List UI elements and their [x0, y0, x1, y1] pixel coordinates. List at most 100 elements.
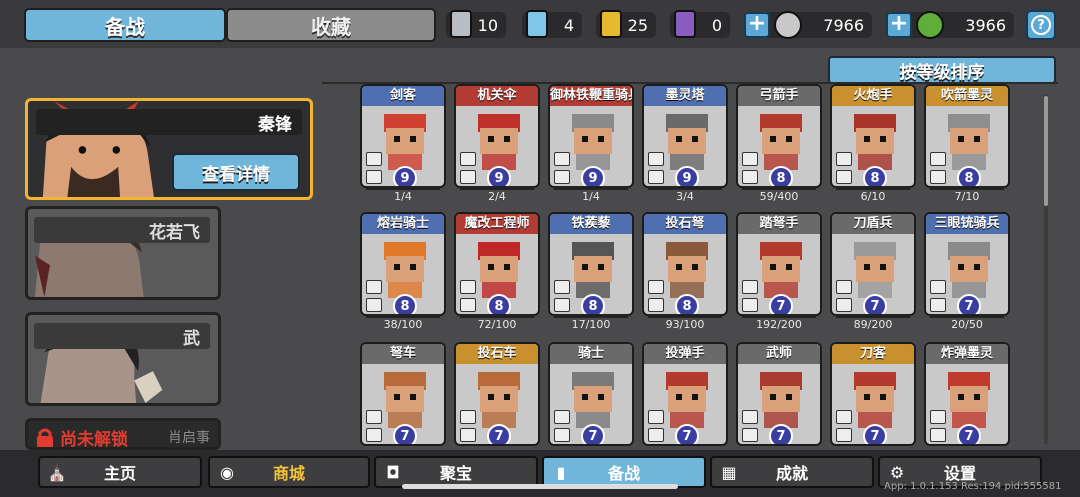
unit-progress-text: 7/10 [954, 190, 980, 203]
hero-card-3[interactable]: 武 [25, 312, 221, 406]
unit-portrait [760, 372, 802, 428]
help-button[interactable]: ? [1026, 10, 1056, 40]
crystal-shield-icon [526, 10, 548, 38]
unit-name: 投石车 [456, 344, 538, 364]
skill-icon [930, 410, 946, 424]
unit-name: 熔岩骑士 [362, 214, 444, 234]
skill-icon [554, 152, 570, 166]
unit-portrait [666, 114, 708, 170]
skill-icon [742, 170, 758, 184]
gold-shield-value: 25 [627, 15, 648, 35]
skill-icon [836, 298, 852, 312]
hero-name-3: 武 [34, 323, 210, 349]
add-jade-button[interactable]: + [886, 12, 912, 38]
unit-level: 8 [393, 294, 417, 314]
view-details-button[interactable]: 查看详情 [172, 153, 300, 191]
unit-card[interactable]: 弓箭手 8 [736, 84, 822, 188]
sort-by-level-button[interactable]: 按等级排序 [828, 56, 1056, 84]
skill-icon [460, 152, 476, 166]
unit-card[interactable]: 弩车 7 [360, 342, 446, 446]
tab-collection[interactable]: 收藏 [226, 8, 436, 42]
unit-portrait [760, 114, 802, 170]
unit-card[interactable]: 魔改工程师 8 [454, 212, 540, 316]
unit-card[interactable]: 投石车 7 [454, 342, 540, 446]
unit-card[interactable]: 投弹手 7 [642, 342, 728, 446]
silver-shield-value: 10 [477, 15, 498, 35]
unit-level: 8 [863, 166, 887, 186]
nav-treasure-label: 聚宝 [439, 464, 472, 483]
skill-icon [366, 152, 382, 166]
unit-name: 火炮手 [832, 86, 914, 106]
crystal-shield-counter: 4 [522, 10, 582, 38]
unit-portrait [478, 372, 520, 428]
skill-icon [742, 428, 758, 442]
skill-icon [366, 170, 382, 184]
hero-card-locked[interactable]: 尚未解锁 肖启事 [25, 418, 221, 450]
hero-card-selected[interactable]: 秦锋 查看详情 [25, 98, 313, 200]
unit-portrait [478, 242, 520, 298]
unit-card[interactable]: 铁蒺藜 8 [548, 212, 634, 316]
unit-level: 7 [957, 424, 981, 444]
unit-name: 投弹手 [644, 344, 726, 364]
unit-progress-text: 89/200 [853, 318, 893, 331]
unit-card[interactable]: 刀盾兵 7 [830, 212, 916, 316]
unit-card[interactable]: 刀客 7 [830, 342, 916, 446]
skill-icon [554, 428, 570, 442]
nav-shop[interactable]: ◉ 商城 [208, 456, 370, 488]
unit-name: 刀盾兵 [832, 214, 914, 234]
gold-shield-icon [600, 10, 622, 38]
unit-card[interactable]: 吹箭墨灵 8 [924, 84, 1010, 188]
jade-coin-icon [916, 11, 944, 39]
app-version: App: 1.0.1.153 Res:194 pid:555581 [884, 481, 1062, 492]
coins-icon: ◉ [220, 462, 234, 482]
unit-card[interactable]: 炸弹墨灵 7 [924, 342, 1010, 446]
unit-card[interactable]: 墨灵塔 9 [642, 84, 728, 188]
unit-name: 吹箭墨灵 [926, 86, 1008, 106]
scrollbar-thumb[interactable] [1044, 96, 1048, 206]
unit-portrait [384, 242, 426, 298]
unit-level: 8 [487, 294, 511, 314]
nav-home[interactable]: ⛪ 主页 [38, 456, 202, 488]
unit-name: 三眼铳骑兵 [926, 214, 1008, 234]
unit-name: 御林铁鞭重骑兵 [550, 86, 632, 106]
hero-card-2[interactable]: 花若飞 [25, 206, 221, 300]
skill-icon [930, 152, 946, 166]
unit-level: 9 [393, 166, 417, 186]
unit-level: 8 [957, 166, 981, 186]
skill-icon [836, 152, 852, 166]
unit-portrait [854, 242, 896, 298]
unit-card[interactable]: 三眼铳骑兵 7 [924, 212, 1010, 316]
skill-icon [554, 170, 570, 184]
unit-card[interactable]: 机关伞 9 [454, 84, 540, 188]
silver-coin-value: 7966 [823, 15, 864, 35]
unit-portrait [572, 242, 614, 298]
locked-sub: 肖启事 [168, 430, 210, 446]
nav-achievements[interactable]: ▦ 成就 [710, 456, 874, 488]
home-indicator[interactable] [402, 484, 678, 489]
skill-icon [836, 410, 852, 424]
nav-prepare-label: 备战 [607, 464, 640, 483]
unit-card[interactable]: 武师 7 [736, 342, 822, 446]
unit-portrait [572, 114, 614, 170]
unit-level: 7 [393, 424, 417, 444]
unit-card[interactable]: 御林铁鞭重骑兵 9 [548, 84, 634, 188]
unit-card[interactable]: 剑客 9 [360, 84, 446, 188]
skill-icon [648, 410, 664, 424]
skill-icon [460, 170, 476, 184]
unit-name: 骑士 [550, 344, 632, 364]
skill-icon [648, 280, 664, 294]
unit-card[interactable]: 投石弩 8 [642, 212, 728, 316]
unit-card[interactable]: 火炮手 8 [830, 84, 916, 188]
unit-card[interactable]: 踏弩手 7 [736, 212, 822, 316]
unit-name: 弓箭手 [738, 86, 820, 106]
locked-label: 尚未解锁 [36, 425, 128, 447]
unit-name: 弩车 [362, 344, 444, 364]
nav-achievements-label: 成就 [775, 464, 808, 483]
jade-coin-value: 3966 [965, 15, 1006, 35]
purple-shield-counter: 0 [670, 10, 730, 38]
add-silver-button[interactable]: + [744, 12, 770, 38]
tab-prepare[interactable]: 备战 [24, 8, 226, 42]
unit-card[interactable]: 熔岩骑士 8 [360, 212, 446, 316]
unit-level: 7 [675, 424, 699, 444]
unit-card[interactable]: 骑士 7 [548, 342, 634, 446]
